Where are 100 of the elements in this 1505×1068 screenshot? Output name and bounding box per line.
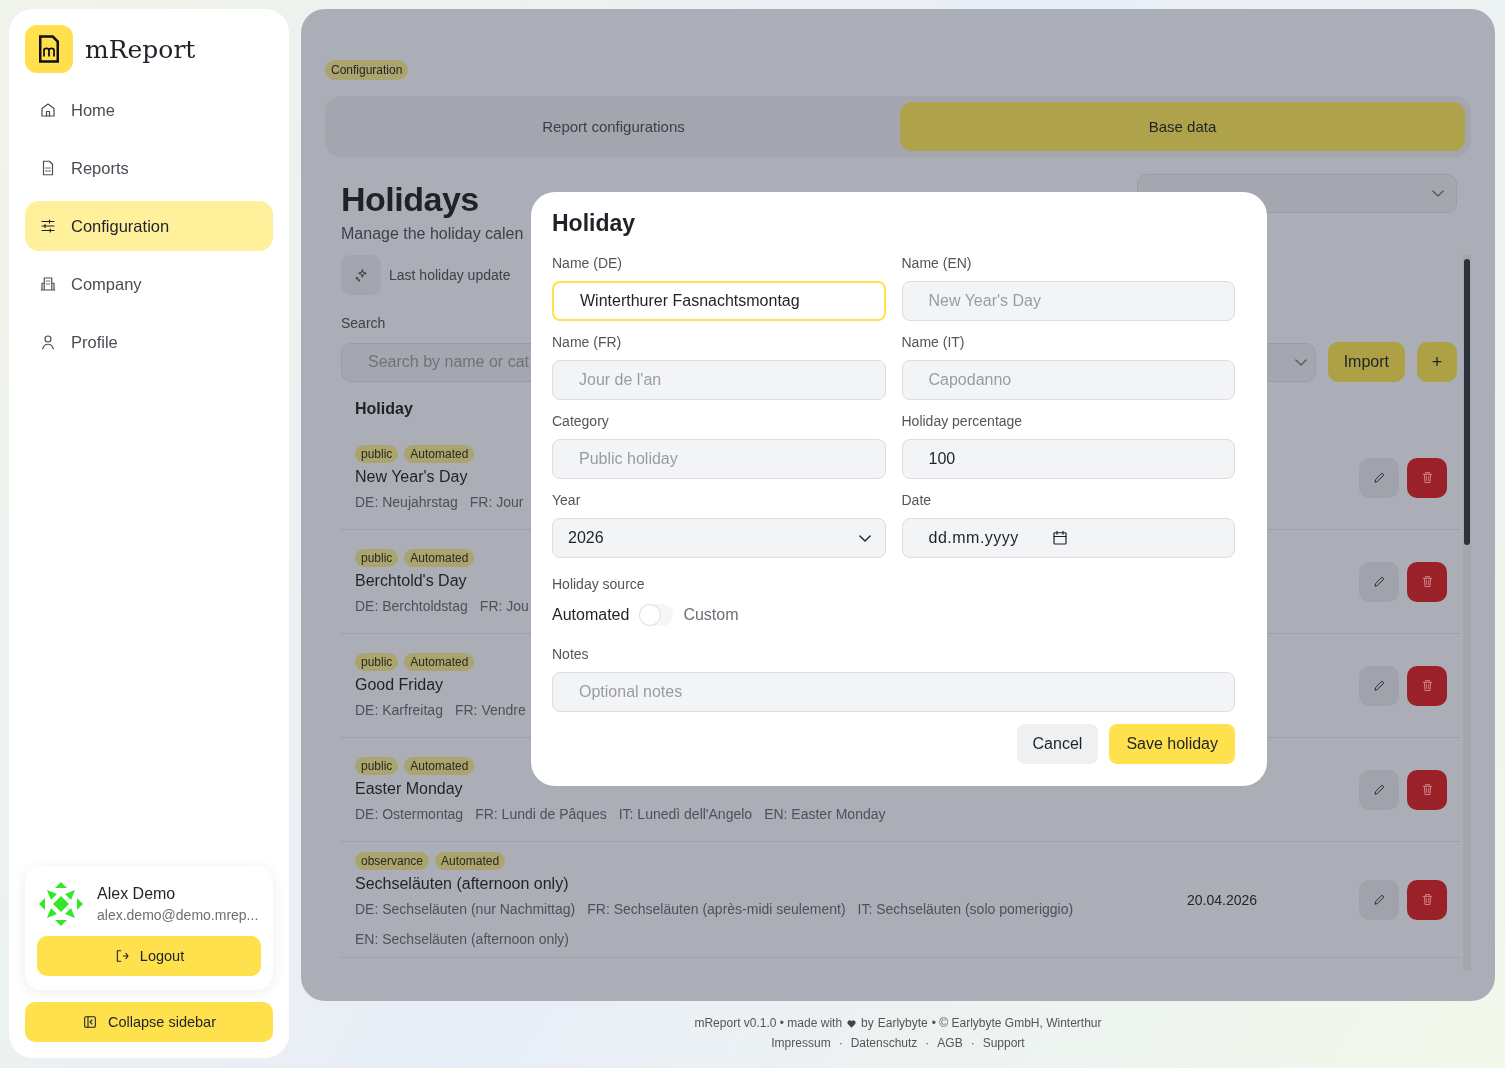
heart-icon [846, 1017, 858, 1029]
text-field[interactable]: Public holiday [553, 440, 885, 478]
footer-text: mReport v0.1.0 • made with [694, 1016, 843, 1030]
footer-link[interactable]: Datenschutz [850, 1036, 918, 1050]
scrollbar[interactable] [1463, 255, 1471, 971]
tab[interactable]: Base data [900, 102, 1465, 151]
translation-text: EN: Sechseläuten (afternoon only) [355, 931, 569, 947]
delete-button[interactable] [1407, 561, 1447, 602]
field-label: Name (EN) [901, 255, 973, 271]
last-update-text: Last holiday update [389, 267, 511, 283]
text-field[interactable]: Winterthurer Fasnachtsmontag [554, 283, 884, 319]
translation-text: IT: Lunedì dell'Angelo [618, 806, 753, 822]
edit-button[interactable] [1359, 665, 1399, 706]
notes-field[interactable]: Optional notes [553, 673, 1234, 711]
toggle-label: Automated [552, 606, 630, 624]
separator: · [970, 1036, 975, 1050]
nav-item[interactable]: Configuration [25, 201, 273, 251]
tag: Automated [404, 757, 475, 775]
edit-button[interactable] [1359, 457, 1399, 498]
field-label: Holiday source [552, 576, 646, 592]
nav-item[interactable]: Reports [25, 143, 273, 193]
edit-button[interactable] [1359, 769, 1399, 810]
tab[interactable]: Report configurations [331, 102, 896, 151]
translation-text: IT: Sechseläuten (solo pomeriggio) [857, 901, 1074, 917]
sliders-icon [39, 217, 57, 235]
dialog-title: Holiday [552, 210, 637, 237]
separator: · [925, 1036, 930, 1050]
footer-link[interactable]: Earlybyte [877, 1016, 928, 1030]
edit-button[interactable] [1359, 879, 1399, 920]
translation-text: FR: Sechseläuten (après-midi seulement) [587, 901, 846, 917]
field-label: Name (IT) [901, 334, 966, 350]
field-label: Holiday percentage [901, 413, 1024, 429]
holiday-name: Berchtold's Day [355, 572, 467, 590]
tag: public [355, 549, 399, 567]
holiday-name: Good Friday [355, 676, 444, 694]
holiday-name: Sechseläuten (afternoon only) [355, 875, 569, 893]
column-header: Holiday [355, 400, 413, 418]
sparkle-icon [353, 267, 369, 283]
footer-text: • © Earlybyte GmbH, Winterthur [931, 1016, 1102, 1030]
translation-text: FR: Jour [469, 494, 524, 510]
collapse-sidebar-button[interactable]: Collapse sidebar [25, 1002, 273, 1042]
page-subtitle: Manage the holiday calen [341, 225, 524, 243]
footer-link[interactable]: Impressum [771, 1036, 831, 1050]
home-icon [39, 101, 57, 119]
delete-button[interactable] [1407, 769, 1447, 810]
translation-text: FR: Lundi de Pâques [475, 806, 607, 822]
nav-item[interactable]: Profile [25, 317, 273, 367]
chevron-icon [858, 534, 871, 542]
tag: public [355, 757, 399, 775]
tag: public [355, 653, 399, 671]
import-button[interactable]: Import [1327, 342, 1405, 382]
cancel-button[interactable]: Cancel [1016, 724, 1099, 764]
holiday-name: New Year's Day [355, 468, 468, 486]
page-title: Holidays [341, 180, 480, 219]
tag: Automated [404, 549, 475, 567]
translation-text: DE: Ostermontag [355, 806, 464, 822]
delete-button[interactable] [1407, 457, 1447, 498]
logout-button[interactable]: Logout [37, 936, 261, 976]
nav-item[interactable]: Home [25, 85, 273, 135]
text-field[interactable]: Capodanno [902, 361, 1234, 399]
edit-button[interactable] [1359, 561, 1399, 602]
footer-link[interactable]: AGB [937, 1036, 963, 1050]
tag: Automated [404, 653, 475, 671]
field-label: Category [552, 413, 610, 429]
chevron-icon [1294, 358, 1307, 366]
save-button[interactable]: Save holiday [1109, 724, 1235, 764]
year-select[interactable]: 2026 [552, 518, 886, 558]
avatar-icon [37, 880, 85, 928]
breadcrumb[interactable]: Configuration [325, 60, 409, 80]
add-button[interactable]: + [1417, 342, 1457, 382]
translation-text: FR: Vendre [454, 702, 526, 718]
translation-text: DE: Neujahrstag [355, 494, 458, 510]
source-toggle[interactable] [639, 604, 674, 626]
field-label: Year [552, 492, 582, 508]
nav-item[interactable]: Company [25, 259, 273, 309]
field-label: Notes [552, 646, 590, 662]
translation-text: DE: Karfreitag [355, 702, 443, 718]
translation-text: FR: Jou [479, 598, 529, 614]
holiday-name: Easter Monday [355, 780, 463, 798]
user-name: Alex Demo [97, 885, 177, 903]
footer-text: by [861, 1016, 874, 1030]
separator: · [838, 1036, 843, 1050]
translation-text: DE: Sechseläuten (nur Nachmittag) [355, 901, 576, 917]
text-field[interactable]: Jour de l'an [553, 361, 885, 399]
sparkle-button[interactable] [341, 255, 381, 295]
text-field[interactable]: 100 [902, 440, 1234, 478]
logo-icon [25, 25, 73, 73]
person-icon [39, 333, 57, 351]
delete-button[interactable] [1407, 879, 1447, 920]
calendar-icon [1050, 529, 1069, 547]
tag: observance [355, 852, 430, 870]
date-field[interactable]: dd.mm.yyyy [901, 518, 1235, 558]
tag: public [355, 445, 399, 463]
footer-link[interactable]: Support [982, 1036, 1025, 1050]
translation-text: DE: Berchtoldstag [355, 598, 468, 614]
field-label: Date [901, 492, 933, 508]
tag: Automated [435, 852, 506, 870]
text-field[interactable]: New Year's Day [902, 282, 1234, 320]
delete-button[interactable] [1407, 665, 1447, 706]
field-label: Name (DE) [552, 255, 623, 271]
